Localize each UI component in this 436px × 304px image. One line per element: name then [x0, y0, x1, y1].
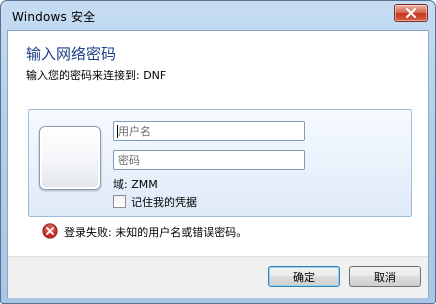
ok-button[interactable]: 确定 — [268, 266, 340, 287]
dialog-content: 输入网络密码 输入您的密码来连接到: DNF 用户名 密码 域: ZMM 记住我… — [8, 31, 428, 256]
error-icon — [42, 223, 58, 239]
close-button[interactable] — [394, 4, 428, 22]
text-caret — [117, 125, 118, 138]
close-icon — [406, 8, 416, 18]
cancel-button[interactable]: 取消 — [349, 266, 421, 287]
error-message: 登录失败: 未知的用户名或错误密码。 — [64, 226, 248, 239]
dialog-heading: 输入网络密码 — [26, 45, 117, 63]
username-placeholder: 用户名 — [118, 125, 151, 138]
username-input[interactable]: 用户名 — [113, 121, 305, 141]
password-placeholder: 密码 — [118, 154, 140, 167]
domain-label: 域: ZMM — [113, 178, 158, 191]
password-input[interactable]: 密码 — [113, 150, 305, 170]
remember-checkbox[interactable] — [113, 195, 126, 208]
connect-target-text: 输入您的密码来连接到: DNF — [26, 69, 167, 82]
window-title: Windows 安全 — [12, 10, 96, 24]
remember-label: 记住我的凭据 — [131, 196, 197, 209]
button-bar: 确定 取消 — [8, 256, 428, 298]
security-dialog: Windows 安全 输入网络密码 输入您的密码来连接到: DNF 用户名 密码… — [0, 0, 436, 304]
user-tile-icon — [39, 126, 101, 190]
credential-tile-panel: 用户名 密码 域: ZMM 记住我的凭据 — [28, 109, 412, 217]
title-bar[interactable]: Windows 安全 — [1, 1, 435, 31]
dialog-client-area: 输入网络密码 输入您的密码来连接到: DNF 用户名 密码 域: ZMM 记住我… — [7, 30, 429, 298]
